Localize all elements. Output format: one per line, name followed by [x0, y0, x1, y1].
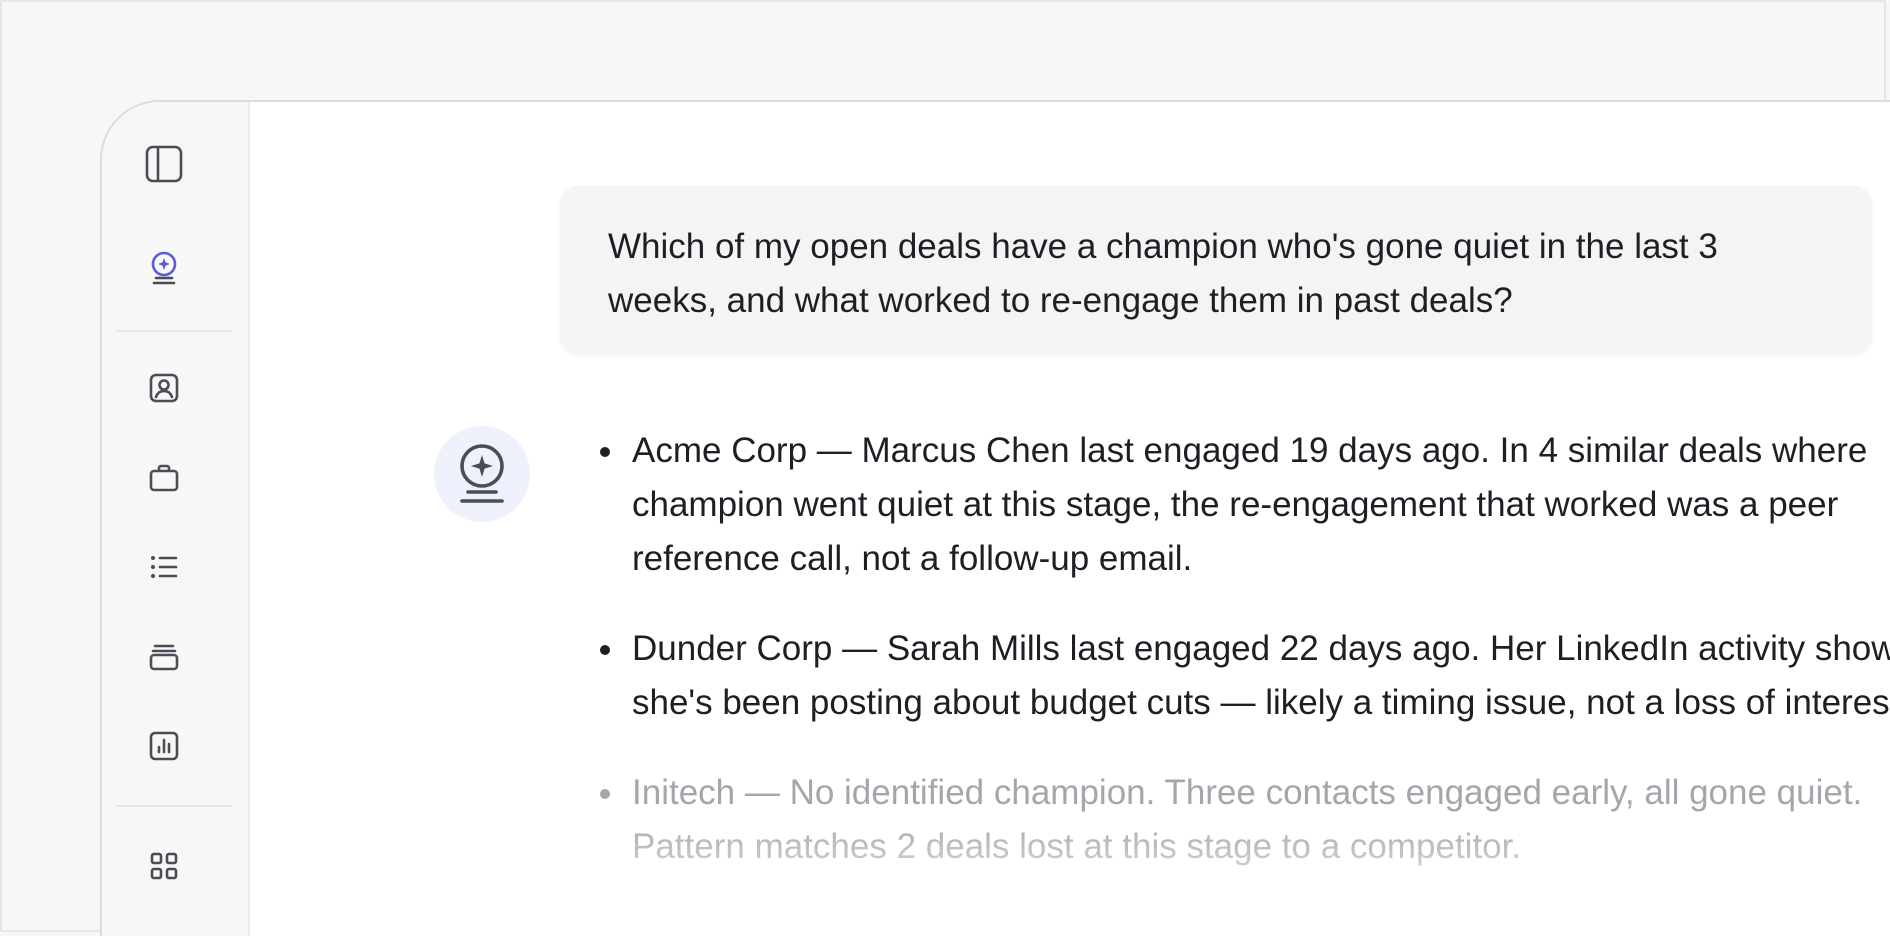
bullet: [600, 789, 610, 799]
list-item-text: Acme Corp — Marcus Chen last engaged 19 …: [632, 431, 1868, 578]
contact-card-icon[interactable]: [144, 368, 184, 408]
sidebar: [102, 102, 250, 936]
conversation-area: Which of my open deals have a champion w…: [250, 102, 1890, 936]
briefcase-icon[interactable]: [144, 458, 184, 498]
bullet: [600, 645, 610, 655]
list-item: Dunder Corp — Sarah Mills last engaged 2…: [600, 622, 1890, 730]
sidebar-toggle-icon[interactable]: [144, 144, 184, 184]
user-message-text: Which of my open deals have a champion w…: [608, 227, 1718, 320]
grid-apps-icon[interactable]: [144, 846, 184, 886]
sidebar-divider: [116, 330, 232, 332]
list-item-text: Initech — No identified champion. Three …: [632, 773, 1863, 866]
sidebar-divider: [116, 805, 232, 807]
assistant-avatar: [434, 426, 530, 522]
list-item-text: Dunder Corp — Sarah Mills last engaged 2…: [632, 629, 1890, 722]
bullet: [600, 447, 610, 457]
app-window: Which of my open deals have a champion w…: [100, 100, 1890, 936]
assistant-orb-icon: [460, 444, 504, 503]
user-message-bubble: Which of my open deals have a champion w…: [560, 186, 1872, 354]
list-item: Initech — No identified champion. Three …: [600, 766, 1890, 874]
assistant-orb-icon[interactable]: [144, 248, 184, 288]
list-item: Acme Corp — Marcus Chen last engaged 19 …: [600, 424, 1890, 586]
stack-icon[interactable]: [144, 637, 184, 677]
list-icon[interactable]: [144, 547, 184, 587]
assistant-response-list: Acme Corp — Marcus Chen last engaged 19 …: [600, 424, 1890, 910]
chart-icon[interactable]: [144, 726, 184, 766]
